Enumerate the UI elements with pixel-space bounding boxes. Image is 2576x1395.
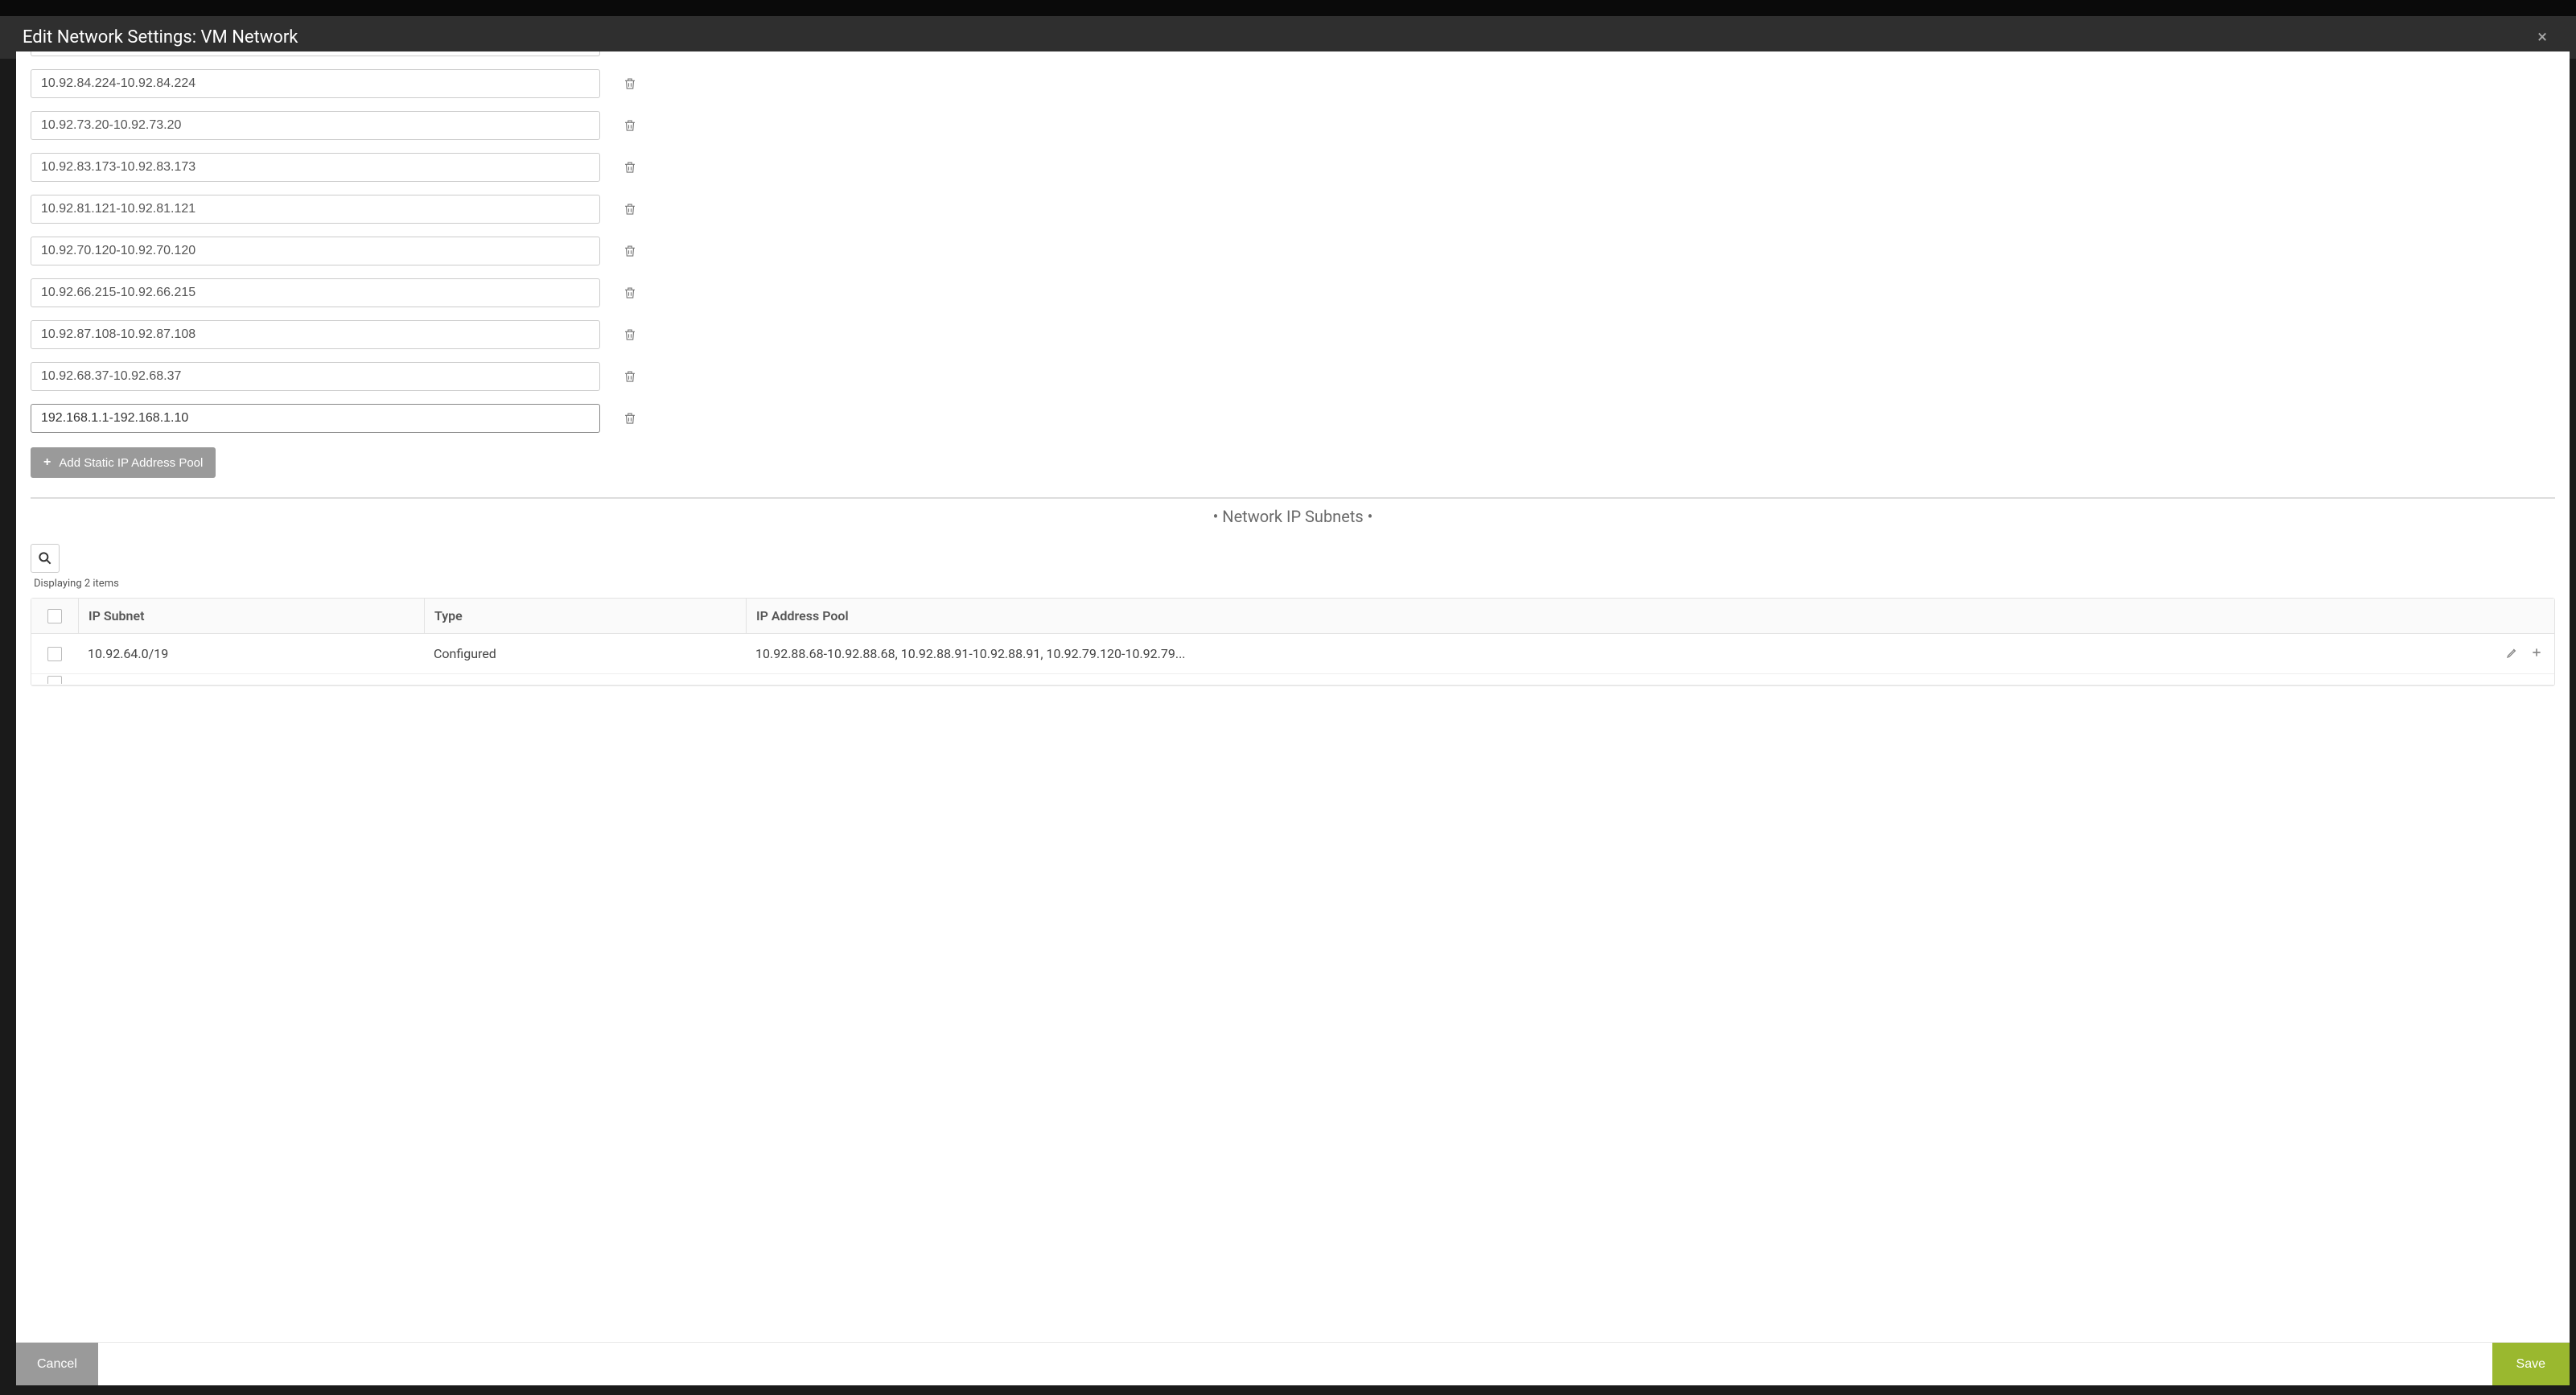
trash-icon[interactable] — [623, 160, 637, 175]
subnet-toolbar: Displaying 2 items — [31, 544, 2555, 590]
header-ip-subnet[interactable]: IP Subnet — [78, 599, 424, 633]
subnet-table: IP Subnet Type IP Address Pool 10.92.64.… — [31, 598, 2555, 686]
table-row[interactable]: 10.92.64.0/19 Configured 10.92.88.68-10.… — [31, 634, 2554, 674]
cell-ip-subnet: 10.92.64.0/19 — [78, 634, 424, 673]
row-checkbox[interactable] — [47, 647, 62, 661]
window-chrome-top — [0, 0, 2576, 16]
table-row-partial — [31, 674, 2554, 685]
ip-pool-input[interactable] — [31, 404, 600, 433]
app-shell: Edit Network Settings: VM Network × — [0, 0, 2576, 1395]
ip-pool-input[interactable] — [31, 153, 600, 182]
ip-pool-row — [31, 111, 2555, 140]
footer-spacer — [98, 1343, 2492, 1385]
header-ip-pool[interactable]: IP Address Pool — [746, 599, 2498, 633]
ip-pool-input[interactable] — [31, 195, 600, 224]
ip-pool-row — [31, 404, 2555, 433]
modal-scroll-area[interactable]: + Add Static IP Address Pool • Network I… — [16, 51, 2570, 1342]
trash-icon[interactable] — [623, 118, 637, 133]
cancel-button[interactable]: Cancel — [16, 1343, 98, 1385]
add-static-ip-pool-button[interactable]: + Add Static IP Address Pool — [31, 447, 216, 478]
trash-icon[interactable] — [623, 76, 637, 91]
ip-pool-input[interactable] — [31, 111, 600, 140]
row-checkbox-cell — [31, 647, 78, 661]
ip-pool-row — [31, 153, 2555, 182]
header-checkbox-cell — [31, 609, 78, 623]
ip-pool-row — [31, 195, 2555, 224]
close-icon[interactable]: × — [2531, 27, 2553, 47]
modal-title: Edit Network Settings: VM Network — [23, 27, 298, 47]
ip-pool-input[interactable] — [31, 362, 600, 391]
ip-pool-row-partial — [31, 51, 600, 56]
plus-icon[interactable] — [2530, 646, 2543, 662]
ip-pool-input[interactable] — [31, 69, 600, 98]
trash-icon[interactable] — [623, 327, 637, 342]
search-button[interactable] — [31, 544, 60, 573]
trash-icon[interactable] — [623, 244, 637, 258]
ip-pool-row — [31, 237, 2555, 265]
ip-pool-row — [31, 69, 2555, 98]
select-all-checkbox[interactable] — [47, 609, 62, 623]
cell-ip-pool: 10.92.88.68-10.92.88.68, 10.92.88.91-10.… — [746, 634, 2498, 673]
section-divider — [31, 497, 2555, 499]
ip-pool-row — [31, 362, 2555, 391]
ip-pool-row — [31, 278, 2555, 307]
table-header-row: IP Subnet Type IP Address Pool — [31, 599, 2554, 634]
ip-pool-input[interactable] — [31, 278, 600, 307]
modal-footer: Cancel Save — [16, 1342, 2570, 1385]
cell-ip-pool-text: 10.92.88.68-10.92.88.68, 10.92.88.91-10.… — [755, 646, 1186, 661]
trash-icon[interactable] — [623, 202, 637, 216]
row-actions — [2498, 646, 2554, 662]
header-type[interactable]: Type — [424, 599, 746, 633]
plus-icon: + — [43, 455, 51, 470]
cell-type: Configured — [424, 634, 746, 673]
trash-icon[interactable] — [623, 369, 637, 384]
save-button[interactable]: Save — [2492, 1343, 2570, 1385]
row-checkbox[interactable] — [47, 676, 62, 684]
section-title-subnets: • Network IP Subnets • — [31, 507, 2555, 526]
trash-icon[interactable] — [623, 411, 637, 426]
pencil-icon[interactable] — [2506, 646, 2519, 662]
ip-pool-input[interactable] — [31, 237, 600, 265]
search-icon — [37, 550, 53, 566]
ip-pool-input[interactable] — [31, 320, 600, 349]
add-button-label: Add Static IP Address Pool — [59, 456, 203, 470]
modal-body: + Add Static IP Address Pool • Network I… — [16, 51, 2570, 1385]
ip-pool-row — [31, 320, 2555, 349]
subnet-count-label: Displaying 2 items — [34, 578, 119, 590]
trash-icon[interactable] — [623, 286, 637, 300]
